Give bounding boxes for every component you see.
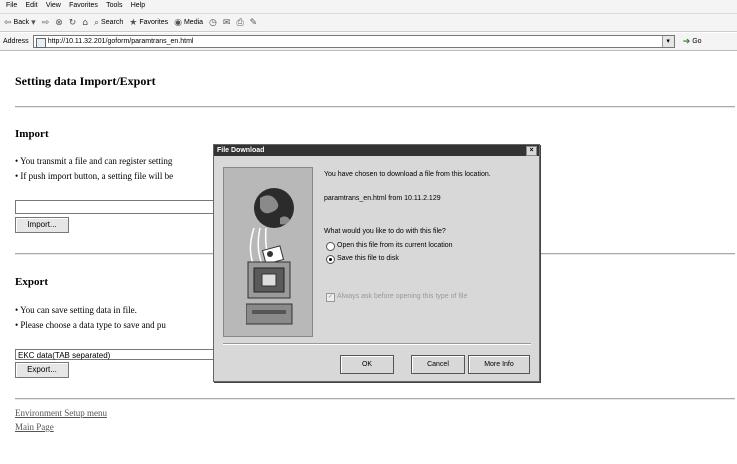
refresh-icon[interactable]: ↻ xyxy=(69,18,77,28)
menu-view[interactable]: View xyxy=(46,2,61,9)
divider xyxy=(15,106,735,108)
always-ask-label: Always ask before opening this type of f… xyxy=(337,293,468,300)
chevron-down-icon[interactable]: ▾ xyxy=(661,36,674,47)
download-illustration xyxy=(223,167,313,337)
favorites-icon: ★ xyxy=(129,17,138,28)
search-icon: ⌕ xyxy=(94,17,100,28)
export-bullet-1: • You can save setting data in file. xyxy=(15,305,137,315)
export-bullet-1-text: You can save setting data in file. xyxy=(20,305,137,315)
go-label: Go xyxy=(692,38,702,45)
back-button[interactable]: ⇦ Back ▾ xyxy=(4,18,36,28)
dialog-file-name: paramtrans_en.html from 10.11.2.129 xyxy=(324,195,441,202)
save-file-radio[interactable] xyxy=(326,255,335,264)
menu-file[interactable]: File xyxy=(6,2,17,9)
media-button[interactable]: ◉ Media xyxy=(174,18,203,28)
home-icon[interactable]: ⌂ xyxy=(82,18,88,28)
dialog-title-bar[interactable]: File Download × xyxy=(214,145,539,156)
file-download-dialog: File Download × You have chosen to downl… xyxy=(213,144,540,382)
ok-button[interactable]: OK xyxy=(340,355,394,374)
menu-favorites[interactable]: Favorites xyxy=(69,2,98,9)
environment-setup-link[interactable]: Environment Setup menu xyxy=(15,408,107,418)
computer-icon xyxy=(246,261,293,325)
always-ask-checkbox: ✓ xyxy=(326,293,335,302)
search-button[interactable]: ⌕ Search xyxy=(94,18,123,28)
edit-icon[interactable]: ✎ xyxy=(250,18,258,28)
page-icon xyxy=(35,38,46,48)
save-file-label[interactable]: Save this file to disk xyxy=(337,255,399,262)
stop-icon[interactable]: ⊗ xyxy=(55,18,63,28)
import-button[interactable]: Import... xyxy=(15,217,69,233)
export-button[interactable]: Export... xyxy=(15,362,69,378)
chevron-down-icon[interactable]: ▾ xyxy=(31,18,36,28)
dialog-divider xyxy=(223,343,531,345)
import-heading: Import xyxy=(15,128,49,140)
import-file-input[interactable] xyxy=(15,200,217,214)
media-label: Media xyxy=(183,19,204,26)
import-bullet-2: • If push import button, a setting file … xyxy=(15,171,174,181)
main-page-link[interactable]: Main Page xyxy=(15,422,54,432)
go-button[interactable]: ➔ Go xyxy=(683,37,702,47)
forward-arrow-icon[interactable]: ⇨ xyxy=(42,18,50,28)
close-icon[interactable]: × xyxy=(526,146,537,156)
favorites-button[interactable]: ★ Favorites xyxy=(129,18,168,28)
open-file-radio[interactable] xyxy=(326,242,335,251)
page-title: Setting data Import/Export xyxy=(15,74,156,88)
import-bullet-2-text: If push import button, a setting file wi… xyxy=(20,171,174,181)
back-label: Back xyxy=(13,19,30,26)
menu-tools[interactable]: Tools xyxy=(106,2,122,9)
address-bar: Address http://10.11.32.201/goform/param… xyxy=(0,33,737,51)
back-arrow-icon: ⇦ xyxy=(4,17,12,28)
address-label: Address xyxy=(3,38,29,45)
dialog-title: File Download xyxy=(217,147,265,154)
address-input[interactable]: http://10.11.32.201/goform/paramtrans_en… xyxy=(32,35,675,48)
menu-bar: File Edit View Favorites Tools Help xyxy=(0,0,737,14)
toolbar: ⇦ Back ▾ ⇨ ⊗ ↻ ⌂ ⌕ Search ★ Favorites ◉ … xyxy=(0,14,737,32)
menu-edit[interactable]: Edit xyxy=(26,2,38,9)
address-url[interactable]: http://10.11.32.201/goform/paramtrans_en… xyxy=(48,38,194,45)
favorites-label: Favorites xyxy=(139,19,169,26)
media-icon: ◉ xyxy=(174,17,182,28)
print-icon[interactable]: ⎙ xyxy=(236,18,243,28)
export-heading: Export xyxy=(15,276,48,288)
import-bullet-1-text: You transmit a file and can register set… xyxy=(20,156,173,166)
open-file-label[interactable]: Open this file from its current location xyxy=(337,242,453,249)
history-icon[interactable]: ◷ xyxy=(209,18,217,28)
export-bullet-2-text: Please choose a data type to save and pu xyxy=(20,320,166,330)
mail-icon[interactable]: ✉ xyxy=(223,18,231,28)
divider xyxy=(15,398,735,400)
export-bullet-2: • Please choose a data type to save and … xyxy=(15,320,166,330)
menu-help[interactable]: Help xyxy=(131,2,145,9)
data-type-select[interactable]: EKC data(TAB separated) xyxy=(15,349,215,360)
import-bullet-1: • You transmit a file and can register s… xyxy=(15,156,173,166)
search-label: Search xyxy=(101,19,124,26)
cancel-button[interactable]: Cancel xyxy=(411,355,465,374)
go-arrow-icon: ➔ xyxy=(682,36,691,47)
dialog-question: What would you like to do with this file… xyxy=(324,228,446,235)
more-info-button[interactable]: More Info xyxy=(468,355,530,374)
dialog-message: You have chosen to download a file from … xyxy=(324,171,491,178)
